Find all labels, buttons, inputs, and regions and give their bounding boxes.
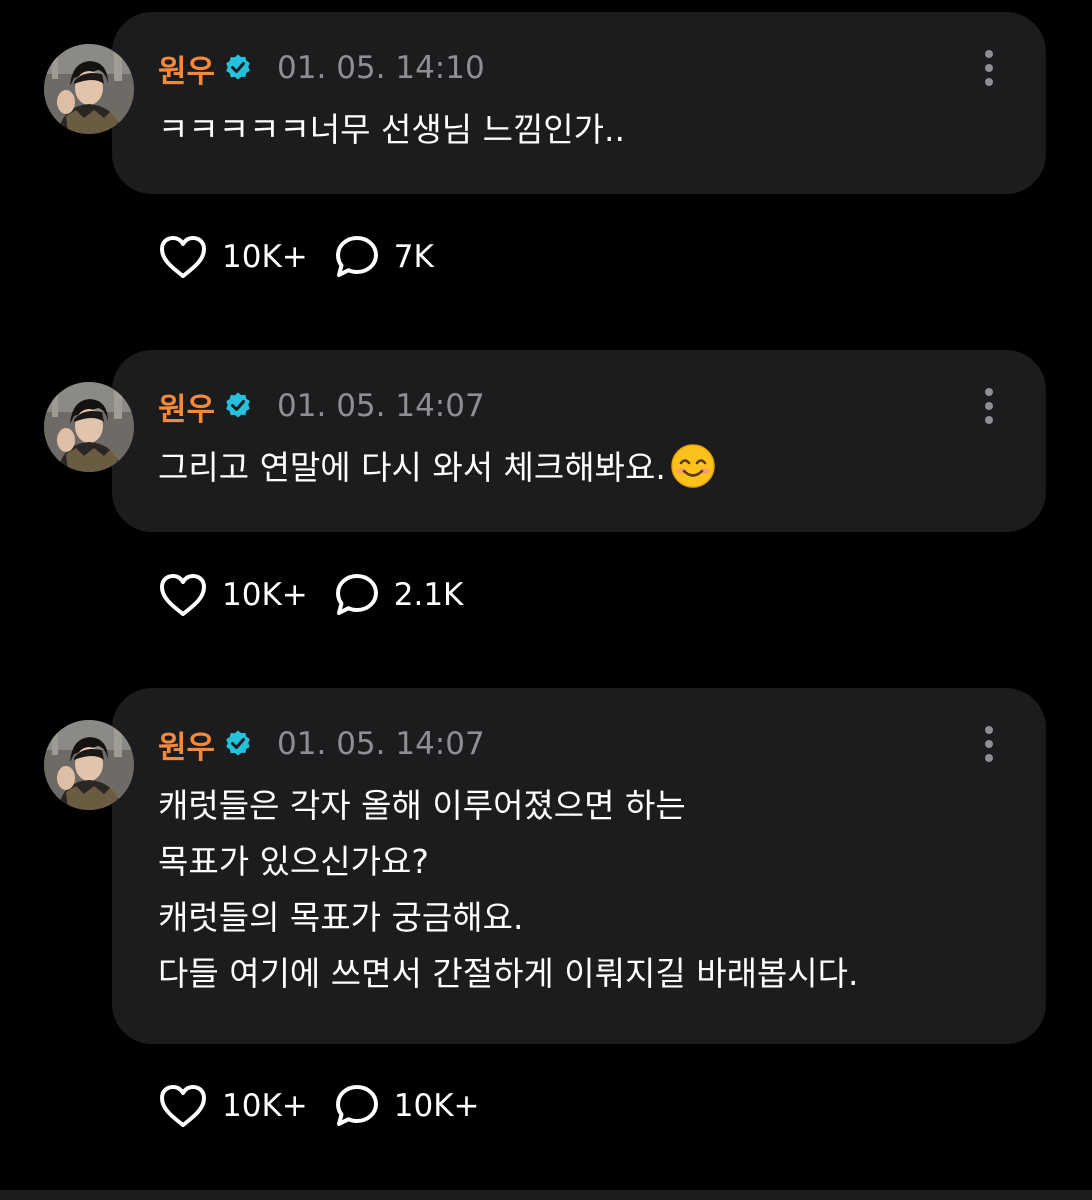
bottom-divider — [0, 1190, 1092, 1200]
post-header: 원우 01. 05. 14:07 — [158, 384, 485, 429]
author-name[interactable]: 원우 — [158, 722, 215, 767]
message-line: 목표가 있으신가요? — [158, 842, 429, 881]
timestamp: 01. 05. 14:10 — [277, 50, 485, 86]
heart-icon — [160, 574, 206, 616]
comment-bubble-icon — [335, 574, 378, 615]
post-header: 원우 01. 05. 14:10 — [158, 46, 485, 91]
smiling-face-emoji — [671, 444, 715, 488]
more-vertical-icon[interactable] — [984, 50, 994, 86]
post-actions: 10K+ 2.1K — [158, 570, 463, 620]
message-text: ㅋㅋㅋㅋㅋ너무 선생님 느낌인가.. — [158, 102, 625, 158]
message-line: 캐럿들은 각자 올해 이루어졌으면 하는 — [158, 786, 686, 825]
like-count: 10K+ — [222, 239, 308, 275]
more-vertical-icon[interactable] — [984, 726, 994, 762]
comment-count: 2.1K — [393, 577, 464, 613]
comment-button[interactable]: 7K — [334, 234, 434, 280]
author-name[interactable]: 원우 — [158, 46, 215, 91]
author-name[interactable]: 원우 — [158, 384, 215, 429]
like-count: 10K+ — [222, 1088, 308, 1124]
avatar[interactable] — [44, 382, 134, 472]
verified-badge-icon — [226, 392, 250, 418]
message-line: 다들 여기에 쓰면서 간절하게 이뤄지길 바래봅시다. — [158, 954, 859, 993]
post-header: 원우 01. 05. 14:07 — [158, 722, 485, 767]
message-line: 캐럿들의 목표가 궁금해요. — [158, 898, 524, 937]
like-button[interactable]: 10K+ — [158, 1083, 308, 1129]
message-bubble: 원우 01. 05. 14:07 그리고 연말에 다시 와서 체크해봐요. — [112, 350, 1046, 532]
comment-button[interactable]: 10K+ — [334, 1083, 480, 1129]
post-actions: 10K+ 7K — [158, 232, 434, 282]
comment-bubble-icon — [335, 1085, 378, 1126]
avatar[interactable] — [44, 720, 134, 810]
like-button[interactable]: 10K+ — [158, 572, 308, 618]
post-actions: 10K+ 10K+ — [158, 1081, 480, 1131]
comment-button[interactable]: 2.1K — [334, 572, 464, 618]
message-line: ㅋㅋㅋㅋㅋ너무 선생님 느낌인가.. — [158, 110, 625, 149]
message-bubble: 원우 01. 05. 14:10 ㅋㅋㅋㅋㅋ너무 선생님 느낌인가.. — [112, 12, 1046, 194]
message-text: 캐럿들은 각자 올해 이루어졌으면 하는 목표가 있으신가요? 캐럿들의 목표가… — [158, 778, 859, 1002]
like-button[interactable]: 10K+ — [158, 234, 308, 280]
message-bubble: 원우 01. 05. 14:07 캐럿들은 각자 올해 이루어졌으면 하는 목표… — [112, 688, 1046, 1044]
more-vertical-icon[interactable] — [984, 388, 994, 424]
verified-badge-icon — [226, 54, 250, 80]
comment-count: 10K+ — [393, 1088, 480, 1124]
message-line-text: 그리고 연말에 다시 와서 체크해봐요. — [158, 448, 666, 487]
timestamp: 01. 05. 14:07 — [277, 388, 485, 424]
message-line: 그리고 연말에 다시 와서 체크해봐요. — [158, 440, 716, 496]
verified-badge-icon — [226, 730, 250, 756]
like-count: 10K+ — [222, 577, 308, 613]
comment-bubble-icon — [335, 236, 378, 277]
message-text: 그리고 연말에 다시 와서 체크해봐요. — [158, 440, 716, 496]
heart-icon — [160, 236, 206, 278]
avatar[interactable] — [44, 44, 134, 134]
comment-count: 7K — [393, 239, 434, 275]
timestamp: 01. 05. 14:07 — [277, 726, 485, 762]
heart-icon — [160, 1085, 206, 1127]
